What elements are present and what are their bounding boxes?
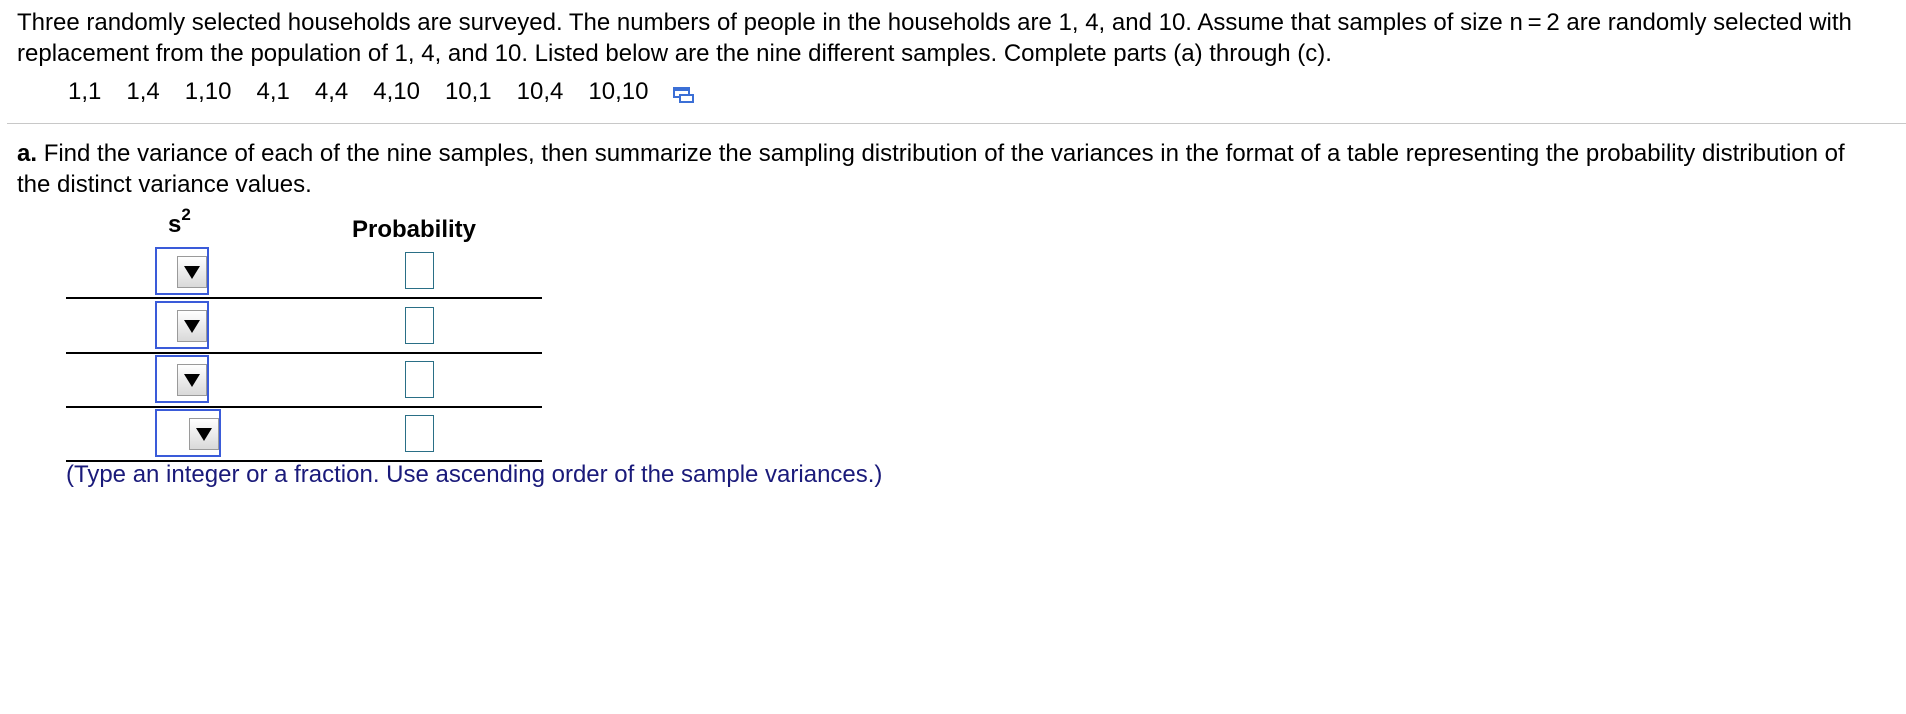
variance-column-header: s2 bbox=[168, 205, 191, 239]
variance-select-row-3[interactable] bbox=[155, 355, 209, 403]
variance-header-exponent: 2 bbox=[181, 205, 191, 224]
sample-item: 1,4 bbox=[126, 78, 160, 105]
sample-item: 4,1 bbox=[256, 78, 290, 105]
answer-hint: (Type an integer or a fraction. Use asce… bbox=[66, 461, 883, 488]
probability-input-row-4[interactable] bbox=[405, 415, 434, 452]
variance-select-row-2[interactable] bbox=[155, 301, 209, 349]
row-separator bbox=[66, 406, 542, 408]
row-separator bbox=[66, 297, 542, 299]
triangle-down-icon[interactable] bbox=[177, 364, 207, 396]
sample-item: 1,10 bbox=[184, 78, 232, 105]
triangle-down-icon[interactable] bbox=[189, 418, 219, 450]
variance-header-symbol: s bbox=[168, 211, 182, 238]
section-divider bbox=[7, 123, 1906, 124]
triangle-down-icon[interactable] bbox=[177, 310, 207, 342]
sample-item: 10,10 bbox=[588, 78, 649, 105]
sample-item: 4,4 bbox=[314, 78, 349, 105]
variance-select-row-4[interactable] bbox=[155, 409, 221, 457]
triangle-down-icon[interactable] bbox=[177, 256, 207, 288]
sample-item: 10,4 bbox=[516, 78, 564, 105]
sample-item: 1,1 bbox=[68, 78, 102, 105]
problem-statement: Three randomly selected households are s… bbox=[17, 9, 1852, 67]
part-a-text: Find the variance of each of the nine sa… bbox=[17, 140, 1845, 198]
probability-input-row-2[interactable] bbox=[405, 307, 434, 344]
variance-select-row-1[interactable] bbox=[155, 247, 209, 295]
probability-input-row-3[interactable] bbox=[405, 361, 434, 398]
part-a-instructions: a. Find the variance of each of the nine… bbox=[17, 138, 1877, 200]
part-a-label: a. bbox=[17, 140, 38, 167]
sample-item: 4,10 bbox=[373, 78, 420, 105]
row-separator bbox=[66, 352, 542, 354]
probability-input-row-1[interactable] bbox=[405, 252, 434, 289]
sample-list: 1,1 1,4 1,10 4,1 4,4 4,10 10,1 10,4 10,1… bbox=[68, 76, 695, 108]
sample-item: 10,1 bbox=[444, 78, 492, 105]
probability-column-header: Probability bbox=[352, 216, 477, 243]
copy-icon[interactable] bbox=[673, 83, 695, 103]
